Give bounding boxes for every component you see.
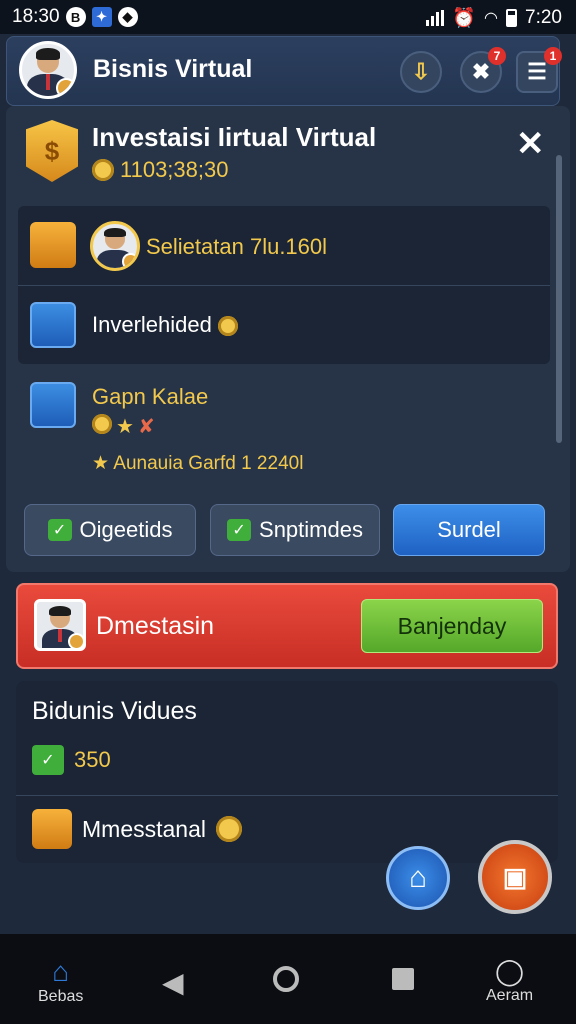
signal-icon [426,10,445,26]
alarm-icon: ⏰ [452,8,477,29]
notification-badge: 7 [488,47,506,65]
check-icon: ✓ [32,745,64,775]
recents-icon[interactable] [392,968,414,990]
panel-value: 1103;38;30 [92,157,228,183]
option-button-2[interactable]: ✓ Snptimdes [210,504,380,556]
list-row-3-sub: ★ Aunauia Garfd 1 2240l [92,453,304,474]
home-icon: ⌂ [52,956,70,987]
home-circle-icon[interactable] [273,966,299,992]
menu-badge: 1 [544,47,562,65]
promo-label: Dmestasin [96,612,215,640]
shield-icon [30,302,76,348]
download-icon: ⇩ [411,59,431,84]
reward-icons: ★ ✘ [92,414,155,439]
app-notification-icon: ✦ [91,7,112,27]
shop-icon: ▣ [502,861,528,892]
battery-icon [506,9,518,27]
list-row-1[interactable]: Selietatan 7lu.160l [146,234,327,260]
profile-avatar[interactable] [19,41,77,99]
nav-search[interactable]: ◯ Aeram [486,956,533,1005]
card-item[interactable]: Mmesstanal [32,809,242,849]
coin-icon [218,316,238,337]
promo-cta-button[interactable]: Banjenday [361,599,543,653]
menu-button[interactable]: ☰ 1 [516,47,562,93]
coin-icon [92,159,114,181]
row-avatar [90,221,140,271]
coin-icon [215,816,242,842]
list-row-3-title[interactable]: Gapn Kalae [92,384,208,410]
tools-button[interactable]: ✖ 7 [460,47,506,93]
coin-icon [92,414,112,434]
submit-button[interactable]: Surdel [393,504,545,556]
search-icon: ◯ [495,956,525,986]
close-icon[interactable]: ✕ [516,124,545,164]
card-value-row: ✓ 350 [32,745,111,775]
card-title: Bidunis Vidues [32,697,197,725]
star-icon: ★ [116,416,134,438]
promo-avatar [34,599,86,651]
star-icon: ★ [92,453,110,474]
option-button-1[interactable]: ✓ Oigeetids [24,504,196,556]
divider [16,795,558,796]
status-time-right: 7:20 [525,7,562,28]
home-fab-button[interactable]: ⌂ [386,846,450,910]
app-title: Bisnis Virtual [93,55,253,83]
notification-b-icon: B [65,7,86,27]
compass-icon: ◆ [117,7,138,27]
list-row-2[interactable]: Inverlehided [92,312,238,338]
download-button[interactable]: ⇩ [400,51,442,93]
back-icon[interactable]: ◀ [162,966,184,999]
status-time-left: 18:30 [12,6,60,27]
nav-home[interactable]: ⌂ Bebas [38,956,83,1006]
ribbon-icon: ✘ [137,416,155,438]
system-nav-bar: ⌂ Bebas ◀ ◯ Aeram [0,934,576,1024]
wifi-icon: ◠ [484,10,499,27]
menu-icon: ☰ [527,59,547,84]
level-badge-icon [56,78,74,96]
game-box-icon [30,382,76,428]
promo-banner: Dmestasin Banjenday [16,583,558,669]
status-bar: 18:30 B ✦ ◆ ⏰ ◠ 7:20 [0,0,576,34]
panel-scrollbar[interactable] [556,155,562,443]
divider [18,285,550,286]
check-icon: ✓ [47,519,72,541]
shop-fab-button[interactable]: ▣ [478,840,552,914]
check-icon: ✓ [227,519,252,541]
home-icon: ⌂ [408,861,428,894]
treasure-box-icon [30,222,76,268]
tools-icon: ✖ [471,59,491,84]
app-header: Bisnis Virtual ⇩ ✖ 7 ☰ 1 [6,36,562,106]
message-box-icon [32,809,72,849]
panel-title: Investaisi Iirtual Virtual [92,122,377,152]
business-card: Bidunis Vidues ✓ 350 Mmesstanal [16,681,558,863]
